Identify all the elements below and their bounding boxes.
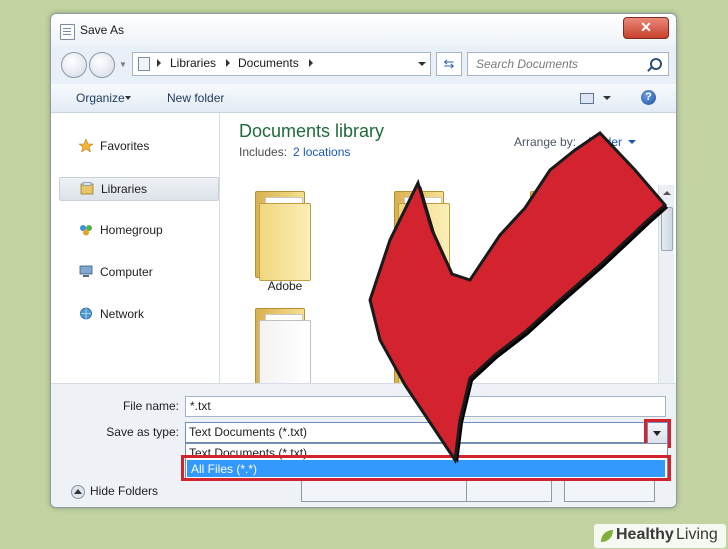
- sidebar-item-computer[interactable]: Computer: [59, 261, 217, 283]
- locations-link[interactable]: 2 locations: [293, 145, 350, 159]
- history-dropdown-icon[interactable]: ▼: [119, 60, 127, 69]
- new-folder-button[interactable]: New folder: [167, 91, 224, 105]
- computer-icon: [79, 265, 93, 277]
- crumb-documents[interactable]: Documents: [238, 56, 299, 70]
- save-as-type-value: Text Documents (*.txt): [189, 425, 308, 439]
- sidebar-item-label: Computer: [100, 265, 153, 279]
- watermark-brand-bold: Healthy: [616, 526, 674, 543]
- includes-label: Includes:: [239, 145, 288, 159]
- chevron-down-icon[interactable]: [628, 140, 636, 144]
- file-name-field[interactable]: *.txt: [185, 396, 666, 417]
- library-crumb-icon: [138, 57, 150, 71]
- folder-item-adobe[interactable]: Adobe: [245, 191, 315, 293]
- save-as-type-select[interactable]: Text Documents (*.txt): [185, 422, 648, 443]
- homegroup-icon: [80, 225, 92, 236]
- forward-button[interactable]: [89, 52, 115, 78]
- search-input[interactable]: Search Documents: [467, 52, 669, 76]
- folder-item[interactable]: [520, 191, 590, 291]
- arrange-by-label: Arrange by:: [514, 135, 577, 149]
- document-icon: [60, 24, 75, 40]
- leaf-icon: [601, 530, 613, 542]
- scroll-thumb[interactable]: [661, 207, 673, 251]
- chevron-down-icon[interactable]: [125, 96, 131, 100]
- close-button[interactable]: ✕: [623, 17, 669, 39]
- library-title: Documents library: [239, 121, 385, 141]
- arrange-by-dropdown[interactable]: Folder: [588, 135, 622, 149]
- sidebar-item-network[interactable]: Network: [59, 303, 217, 325]
- sidebar-item-homegroup[interactable]: Homegroup: [59, 219, 217, 241]
- file-list-pane: Documents library Includes: 2 locations A…: [220, 113, 676, 398]
- dialog-title: Save As: [80, 23, 125, 37]
- hide-folders-label: Hide Folders: [90, 484, 159, 498]
- address-dropdown-icon[interactable]: [418, 62, 426, 66]
- organize-button[interactable]: Organize: [76, 91, 125, 105]
- sidebar-item-label: Homegroup: [100, 223, 163, 237]
- sidebar-item-label: Libraries: [101, 182, 148, 196]
- watermark: Healthy Living: [594, 524, 726, 548]
- search-placeholder: Search Documents: [476, 57, 579, 71]
- sidebar-item-libraries[interactable]: Libraries: [59, 177, 219, 201]
- save-button[interactable]: [466, 481, 552, 502]
- folder-front: [398, 203, 450, 281]
- network-icon: [80, 307, 92, 320]
- folder-front: [259, 203, 311, 281]
- folder-label: Adobe: [267, 279, 303, 293]
- all-files-highlight-box: [181, 455, 671, 481]
- includes-line: Includes: 2 locations: [239, 145, 350, 159]
- sidebar-item-label: Network: [100, 307, 145, 321]
- star-icon: [79, 139, 93, 152]
- chevron-right-icon[interactable]: [309, 59, 313, 67]
- refresh-button[interactable]: ⇆: [436, 52, 462, 76]
- save-options-panel: File name: *.txt Save as type: Text Docu…: [51, 383, 676, 507]
- folder-front: [534, 203, 586, 281]
- save-as-dialog: Save As ✕ ▼ Libraries Documents ⇆ Search…: [50, 13, 677, 508]
- chevron-right-icon[interactable]: [226, 59, 230, 67]
- view-options-dropdown-icon[interactable]: [603, 96, 611, 100]
- sidebar-item-favorites[interactable]: Favorites: [59, 135, 217, 157]
- chevron-up-icon: [71, 485, 85, 499]
- title-bar: Save As ✕: [51, 14, 676, 46]
- back-button[interactable]: [61, 52, 87, 78]
- save-as-type-label: Save as type:: [106, 425, 179, 439]
- folder-item-arduino[interactable]: Arduino: [384, 191, 454, 293]
- file-name-label: File name:: [122, 399, 179, 413]
- command-toolbar: Organize New folder ?: [51, 84, 676, 113]
- address-row: ▼ Libraries Documents ⇆ Search Documents: [51, 46, 676, 84]
- file-name-value: *.txt: [190, 399, 211, 413]
- scroll-up-icon[interactable]: [663, 191, 671, 195]
- vertical-scrollbar[interactable]: [658, 185, 674, 383]
- change-view-icon[interactable]: [580, 93, 594, 104]
- folder-label: Arduino: [403, 279, 445, 293]
- help-icon[interactable]: ?: [641, 90, 656, 105]
- watermark-brand-light: Living: [676, 526, 718, 543]
- sidebar-item-label: Favorites: [100, 139, 150, 153]
- chevron-right-icon[interactable]: [157, 59, 161, 67]
- crumb-libraries[interactable]: Libraries: [170, 56, 216, 70]
- search-icon[interactable]: [650, 58, 662, 70]
- navigation-pane: Favorites Libraries Homegroup Computer N…: [51, 113, 220, 383]
- cancel-button[interactable]: [564, 481, 655, 502]
- library-icon: [80, 182, 94, 195]
- address-bar[interactable]: Libraries Documents: [132, 52, 431, 76]
